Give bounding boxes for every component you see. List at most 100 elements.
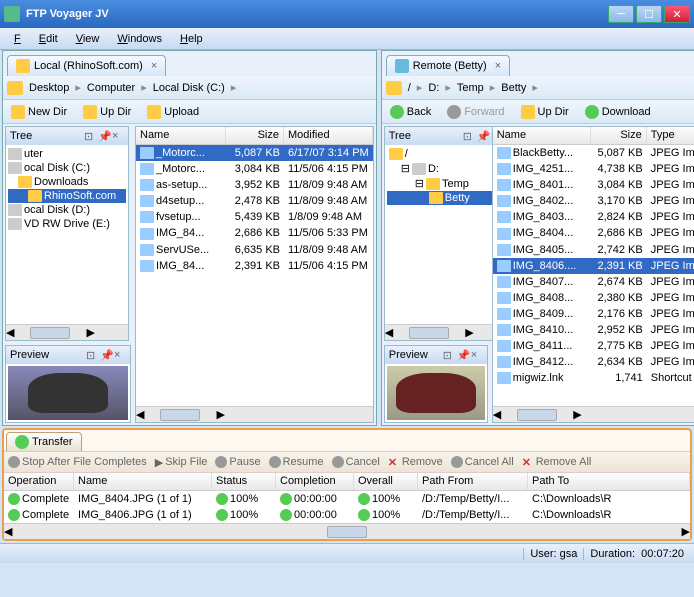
file-row[interactable]: d4setup...2,478 KB11/8/09 9:48 AM: [136, 193, 373, 209]
file-row[interactable]: IMG_8405...2,742 KBJPEG Ima: [493, 242, 694, 258]
menu-file[interactable]: F: [6, 31, 29, 47]
tab-local[interactable]: Local (RhinoSoft.com) ×: [7, 55, 166, 76]
col-operation[interactable]: Operation: [4, 473, 74, 490]
menu-windows[interactable]: Windows: [109, 31, 170, 47]
col-path-to[interactable]: Path To: [528, 473, 690, 490]
file-row[interactable]: migwiz.lnk1,741Shortcut: [493, 370, 694, 386]
file-row[interactable]: IMG_8402...3,170 KBJPEG Ima: [493, 193, 694, 209]
transfer-row[interactable]: CompleteIMG_8406.JPG (1 of 1)100%00:00:0…: [4, 507, 690, 523]
skip-file-button[interactable]: ▶ Skip File: [155, 456, 208, 469]
pin-icon[interactable]: ⊡: [463, 130, 475, 142]
tree-node[interactable]: RhinoSoft.com: [8, 189, 126, 203]
resume-button[interactable]: Resume: [269, 456, 324, 468]
file-row[interactable]: IMG_8410...2,952 KBJPEG Ima: [493, 322, 694, 338]
stop-after-button[interactable]: Stop After File Completes: [8, 456, 147, 468]
pushpin-icon[interactable]: 📌: [98, 130, 110, 142]
file-row[interactable]: IMG_4251...4,738 KBJPEG Ima: [493, 161, 694, 177]
tree-node[interactable]: VD RW Drive (E:): [8, 217, 126, 231]
scrollbar[interactable]: ◀▶: [136, 406, 373, 422]
pushpin-icon[interactable]: 📌: [100, 349, 112, 361]
pin-icon[interactable]: ⊡: [84, 130, 96, 142]
file-row[interactable]: _Motorc...5,087 KB6/17/07 3:14 PM: [136, 145, 373, 161]
file-row[interactable]: ServUSe...6,635 KB11/8/09 9:48 AM: [136, 242, 373, 258]
pause-button[interactable]: Pause: [215, 456, 260, 468]
tree-node[interactable]: Downloads: [8, 175, 126, 189]
col-name[interactable]: Name: [136, 127, 226, 144]
forward-button[interactable]: Forward: [443, 103, 508, 121]
scrollbar[interactable]: ◀▶: [493, 406, 694, 422]
scrollbar[interactable]: ◀▶: [4, 523, 690, 539]
tree-node-betty[interactable]: Betty: [387, 191, 505, 205]
bc-computer[interactable]: Computer: [83, 80, 139, 96]
menu-view[interactable]: View: [68, 31, 108, 47]
file-row[interactable]: IMG_8412...2,634 KBJPEG Ima: [493, 354, 694, 370]
remove-button[interactable]: ✕Remove: [388, 456, 443, 468]
bc-d[interactable]: D:: [424, 80, 443, 96]
col-name[interactable]: Name: [74, 473, 212, 490]
col-completion[interactable]: Completion: [276, 473, 354, 490]
bc-root[interactable]: /: [404, 80, 415, 96]
tab-local-close-icon[interactable]: ×: [151, 60, 157, 72]
new-dir-button[interactable]: New Dir: [7, 103, 71, 121]
remote-up-dir-button[interactable]: Up Dir: [517, 103, 573, 121]
file-row[interactable]: IMG_8403...2,824 KBJPEG Ima: [493, 209, 694, 225]
bc-betty[interactable]: Betty: [497, 80, 530, 96]
file-row[interactable]: fvsetup...5,439 KB1/8/09 9:48 AM: [136, 209, 373, 225]
transfer-row[interactable]: CompleteIMG_8404.JPG (1 of 1)100%00:00:0…: [4, 491, 690, 507]
col-size[interactable]: Size: [226, 127, 284, 144]
col-overall[interactable]: Overall: [354, 473, 418, 490]
bc-disk-c[interactable]: Local Disk (C:): [149, 80, 229, 96]
file-row[interactable]: BlackBetty...5,087 KBJPEG Ima: [493, 145, 694, 161]
file-row[interactable]: IMG_8411...2,775 KBJPEG Ima: [493, 338, 694, 354]
menu-help[interactable]: Help: [172, 31, 211, 47]
tree-node-temp[interactable]: ⊟Temp: [387, 176, 505, 191]
col-size[interactable]: Size: [591, 127, 647, 144]
scrollbar[interactable]: ◀▶: [6, 324, 128, 340]
back-button[interactable]: Back: [386, 103, 435, 121]
tab-remote-close-icon[interactable]: ×: [495, 60, 501, 72]
col-path-from[interactable]: Path From: [418, 473, 528, 490]
pin-icon[interactable]: ⊡: [86, 349, 98, 361]
tree-node[interactable]: uter: [8, 147, 126, 161]
pushpin-icon[interactable]: 📌: [457, 349, 469, 361]
tab-transfer[interactable]: Transfer: [6, 432, 82, 451]
close-button[interactable]: ✕: [664, 5, 690, 23]
col-status[interactable]: Status: [212, 473, 276, 490]
file-row[interactable]: IMG_84...2,391 KB11/5/06 4:15 PM: [136, 258, 373, 274]
pin-icon[interactable]: ⊡: [443, 349, 455, 361]
remove-all-button[interactable]: ✕Remove All: [522, 456, 592, 468]
file-row[interactable]: _Motorc...3,084 KB11/5/06 4:15 PM: [136, 161, 373, 177]
cancel-all-button[interactable]: Cancel All: [451, 456, 514, 468]
file-row[interactable]: IMG_8407...2,674 KBJPEG Ima: [493, 274, 694, 290]
scrollbar[interactable]: ◀▶: [385, 324, 507, 340]
cancel-icon: [451, 456, 463, 468]
tree-node[interactable]: ocal Disk (C:): [8, 161, 126, 175]
maximize-button[interactable]: ☐: [636, 5, 662, 23]
tree-node[interactable]: ocal Disk (D:): [8, 203, 126, 217]
file-row[interactable]: IMG_8408...2,380 KBJPEG Ima: [493, 290, 694, 306]
menu-edit[interactable]: Edit: [31, 31, 66, 47]
file-row[interactable]: IMG_8406....2,391 KBJPEG Ima: [493, 258, 694, 274]
up-dir-button[interactable]: Up Dir: [79, 103, 135, 121]
close-pane-icon[interactable]: ×: [112, 130, 124, 142]
bc-temp[interactable]: Temp: [453, 80, 488, 96]
file-row[interactable]: as-setup...3,952 KB11/8/09 9:48 AM: [136, 177, 373, 193]
tree-node-d[interactable]: ⊟D:: [387, 161, 505, 176]
pushpin-icon[interactable]: 📌: [477, 130, 489, 142]
close-pane-icon[interactable]: ×: [114, 349, 126, 361]
close-pane-icon[interactable]: ×: [471, 349, 483, 361]
file-row[interactable]: IMG_8401...3,084 KBJPEG Ima: [493, 177, 694, 193]
tree-node-root[interactable]: /: [387, 147, 505, 161]
col-type[interactable]: Type: [647, 127, 694, 144]
file-row[interactable]: IMG_84...2,686 KB11/5/06 5:33 PM: [136, 225, 373, 241]
upload-button[interactable]: Upload: [143, 103, 203, 121]
download-button[interactable]: Download: [581, 103, 655, 121]
cancel-button[interactable]: Cancel: [332, 456, 380, 468]
file-row[interactable]: IMG_8404...2,686 KBJPEG Ima: [493, 225, 694, 241]
col-name[interactable]: Name: [493, 127, 591, 144]
tab-remote[interactable]: Remote (Betty) ×: [386, 55, 510, 76]
file-row[interactable]: IMG_8409...2,176 KBJPEG Ima: [493, 306, 694, 322]
minimize-button[interactable]: ─: [608, 5, 634, 23]
col-modified[interactable]: Modified: [284, 127, 373, 144]
bc-desktop[interactable]: Desktop: [25, 80, 73, 96]
